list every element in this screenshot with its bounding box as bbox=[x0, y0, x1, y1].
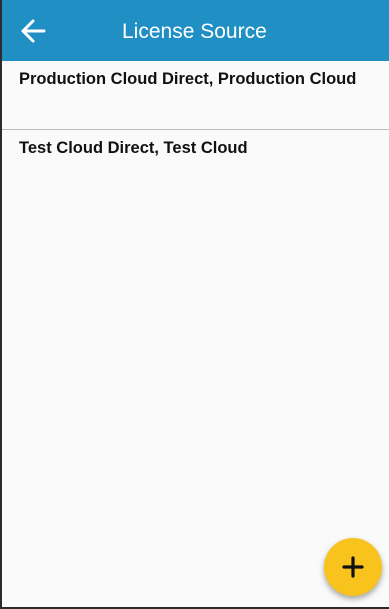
plus-icon bbox=[342, 556, 364, 578]
app-bar: License Source bbox=[2, 0, 389, 61]
add-license-source-button[interactable] bbox=[324, 538, 382, 596]
back-button[interactable] bbox=[16, 14, 50, 48]
list-item[interactable]: Production Cloud Direct, Production Clou… bbox=[2, 61, 389, 130]
list-item-label: Production Cloud Direct, Production Clou… bbox=[19, 70, 357, 88]
license-source-list: Production Cloud Direct, Production Clou… bbox=[2, 61, 389, 199]
license-source-screen: License Source Production Cloud Direct, … bbox=[0, 0, 389, 609]
page-title: License Source bbox=[122, 20, 267, 43]
arrow-left-icon bbox=[21, 19, 46, 43]
list-item-label: Test Cloud Direct, Test Cloud bbox=[19, 139, 248, 157]
list-item[interactable]: Test Cloud Direct, Test Cloud bbox=[2, 130, 389, 199]
